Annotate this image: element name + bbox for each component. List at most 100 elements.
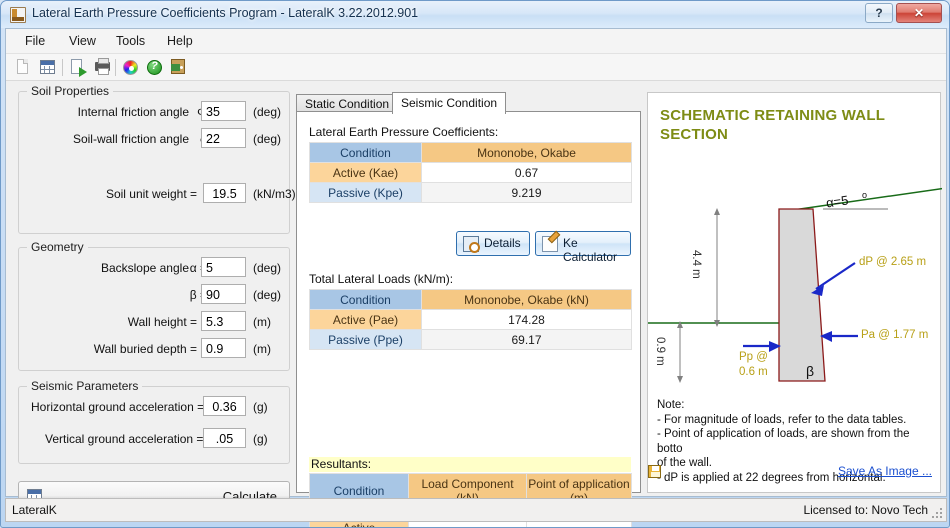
new-document-icon[interactable] — [14, 58, 33, 77]
title-bar: Lateral Earth Pressure Coefficients Prog… — [1, 1, 949, 28]
total-loads-caption: Total Lateral Loads (kN/m): — [309, 272, 454, 286]
geometry-title: Geometry — [27, 240, 88, 254]
coefficients-table: Condition Mononobe, Okabe Active (Kae) 0… — [309, 142, 632, 203]
internal-friction-angle-unit: (deg) — [253, 105, 282, 119]
horizontal-ground-accel-label: Horizontal ground acceleration = — [31, 400, 205, 414]
exit-icon[interactable] — [169, 58, 188, 77]
note-heading: Note: — [657, 399, 685, 411]
wall-height-label: 4.4 m — [690, 250, 702, 279]
loads-header-condition: Condition — [309, 289, 422, 310]
pp-load-label-line2: 0.6 m — [739, 366, 768, 378]
seismic-condition-panel: Lateral Earth Pressure Coefficients: Con… — [296, 111, 641, 527]
soil-unit-weight-unit: (kN/m3) — [253, 187, 296, 201]
color-palette-icon[interactable] — [121, 58, 140, 77]
magnifier-icon — [463, 236, 480, 253]
status-license: Licensed to: Novo Tech — [803, 503, 928, 517]
save-icon — [648, 465, 661, 478]
coeff-row-active-value: 0.67 — [421, 162, 632, 183]
menu-tools[interactable]: Tools — [107, 33, 154, 51]
wall-buried-depth-label: Wall buried depth = — [93, 342, 197, 356]
coefficients-caption: Lateral Earth Pressure Coefficients: — [309, 125, 499, 139]
app-icon — [10, 7, 26, 23]
alpha-degree-symbol: o — [862, 190, 868, 200]
coeff-row-passive-value: 9.219 — [421, 182, 632, 203]
backslope-angle-unit: (deg) — [253, 261, 282, 275]
application-window: Lateral Earth Pressure Coefficients Prog… — [0, 0, 950, 528]
backslope-angle-label: Backslope angle — [100, 261, 189, 275]
pp-load-label-line1: Pp @ — [739, 351, 768, 363]
resultants-caption: Resultants: — [309, 457, 631, 472]
wall-buried-depth-unit: (m) — [253, 342, 271, 356]
tab-seismic-condition[interactable]: Seismic Condition — [392, 92, 507, 114]
wall-height-unit: (m) — [253, 315, 271, 329]
menu-file[interactable]: File — [16, 33, 54, 51]
table-row: Active (Kae) 0.67 — [309, 162, 632, 183]
wall-height-input[interactable] — [201, 311, 246, 331]
toolbar — [6, 54, 946, 81]
beta-angle-unit: (deg) — [253, 288, 282, 302]
dim-arrow-up — [714, 208, 720, 215]
seismic-parameters-title: Seismic Parameters — [27, 379, 143, 393]
soil-wall-friction-angle-input[interactable] — [201, 128, 246, 148]
geometry-group: Geometry Backslope angle α = (deg) β = (… — [18, 240, 290, 371]
help-icon[interactable] — [145, 58, 164, 77]
pa-load-label: Pa @ 1.77 m — [861, 329, 929, 341]
table-row: Passive (Ppe) 69.17 — [309, 329, 632, 350]
toolbar-separator — [62, 59, 63, 76]
ke-calculator-button-label: Ke Calculator — [563, 236, 618, 264]
window-title: Lateral Earth Pressure Coefficients Prog… — [32, 6, 419, 20]
internal-friction-angle-label: Internal friction angle — [77, 105, 189, 119]
close-icon: ✕ — [913, 6, 925, 20]
internal-friction-angle-input[interactable] — [201, 101, 246, 121]
vertical-ground-accel-input[interactable] — [203, 428, 246, 448]
tab-strip: Static Condition Seismic Condition — [296, 92, 641, 114]
soil-properties-group: Soil Properties Internal friction angle … — [18, 84, 296, 234]
soil-unit-weight-label: Soil unit weight = — [105, 187, 197, 201]
status-bar: LateralK Licensed to: Novo Tech — [5, 498, 947, 522]
soil-properties-title: Soil Properties — [27, 84, 114, 98]
wall-buried-depth-input[interactable] — [201, 338, 246, 358]
soil-wall-friction-angle-unit: (deg) — [253, 132, 282, 146]
title-help-button[interactable]: ? — [865, 3, 893, 23]
print-icon[interactable] — [93, 58, 112, 77]
close-button[interactable]: ✕ — [896, 3, 942, 23]
note-line-2: - Point of application of loads, are sho… — [657, 428, 910, 455]
spreadsheet-icon[interactable] — [38, 58, 57, 77]
wall-height-label: Wall height = — [127, 315, 197, 329]
soil-unit-weight-input[interactable] — [203, 183, 246, 203]
dim2-arrow-down — [677, 376, 683, 383]
export-icon[interactable] — [69, 58, 88, 77]
dp-force-arrow-line — [815, 262, 856, 290]
schematic-drawing — [648, 187, 942, 383]
ke-calculator-button[interactable]: Ke Calculator — [535, 231, 631, 264]
table-header-row: Condition Mononobe, Okabe (kN) — [309, 289, 632, 310]
save-as-image-link[interactable]: Save As Image ... — [838, 464, 932, 478]
status-app-name: LateralK — [12, 503, 57, 517]
client-area: File View Tools Help Soil Properties Int… — [5, 28, 947, 527]
menu-view[interactable]: View — [60, 33, 105, 51]
details-button[interactable]: Details — [456, 231, 530, 256]
retaining-wall-body — [778, 208, 826, 382]
menu-help[interactable]: Help — [158, 33, 202, 51]
loads-row-active-label: Active (Pae) — [309, 309, 422, 330]
coeff-row-active-label: Active (Kae) — [309, 162, 422, 183]
coeff-header-method: Mononobe, Okabe — [421, 142, 632, 163]
note-line-1: - For magnitude of loads, refer to the d… — [657, 413, 907, 426]
total-loads-table: Condition Mononobe, Okabe (kN) Active (P… — [309, 289, 632, 350]
menu-bar: File View Tools Help — [6, 29, 946, 54]
loads-header-method: Mononobe, Okabe (kN) — [421, 289, 632, 310]
details-button-label: Details — [484, 236, 521, 250]
backslope-angle-input[interactable] — [201, 257, 246, 277]
loads-row-passive-value: 69.17 — [421, 329, 632, 350]
schematic-panel: SCHEMATIC RETAINING WALL SECTION α=5 o 4… — [647, 92, 942, 493]
loads-row-active-value: 174.28 — [421, 309, 632, 330]
beta-angle-input[interactable] — [201, 284, 246, 304]
table-header-row: Condition Mononobe, Okabe — [309, 142, 632, 163]
horizontal-ground-accel-input[interactable] — [203, 396, 246, 416]
toolbar-separator-2 — [115, 59, 116, 76]
vertical-ground-accel-label: Vertical ground acceleration = — [45, 432, 204, 446]
loads-row-passive-label: Passive (Ppe) — [309, 329, 422, 350]
resize-grip[interactable] — [931, 507, 943, 519]
dim2-arrow-up — [677, 321, 683, 328]
vertical-ground-accel-unit: (g) — [253, 432, 268, 446]
